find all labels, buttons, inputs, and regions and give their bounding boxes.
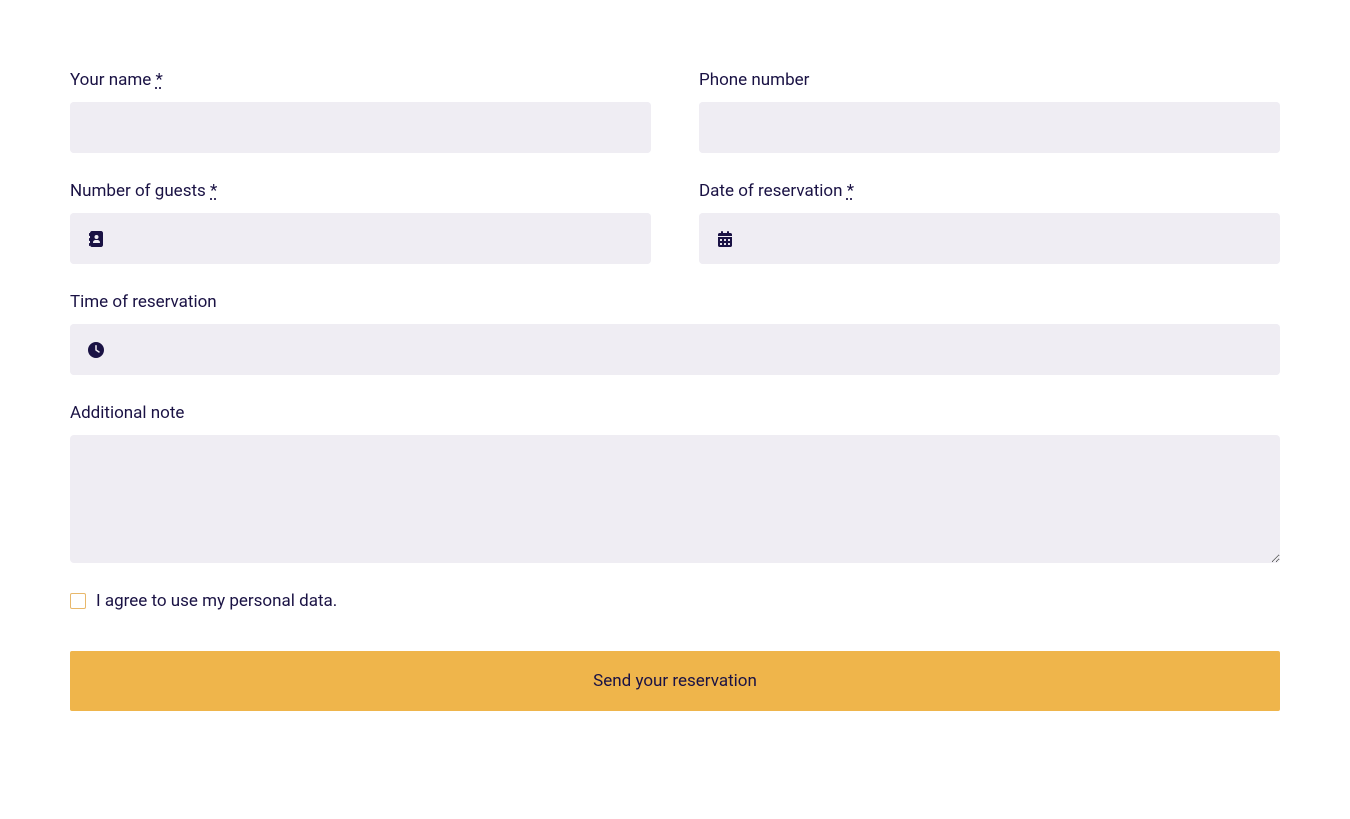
name-input[interactable] xyxy=(70,102,651,153)
calendar-icon xyxy=(717,231,733,247)
required-mark: * xyxy=(210,181,217,201)
time-group: Time of reservation xyxy=(70,292,1280,375)
guests-label-text: Number of guests xyxy=(70,181,210,201)
date-input[interactable] xyxy=(699,213,1280,264)
consent-checkbox[interactable] xyxy=(70,593,86,609)
consent-row: I agree to use my personal data. xyxy=(70,591,1280,611)
date-label-text: Date of reservation xyxy=(699,181,847,201)
required-mark: * xyxy=(156,70,163,90)
phone-label: Phone number xyxy=(699,70,1280,90)
name-input-wrap xyxy=(70,102,651,153)
note-group: Additional note xyxy=(70,403,1280,563)
consent-label: I agree to use my personal data. xyxy=(96,591,337,611)
guests-group: Number of guests * xyxy=(70,181,651,264)
clock-icon xyxy=(88,342,104,358)
date-label: Date of reservation * xyxy=(699,181,1280,201)
phone-input-wrap xyxy=(699,102,1280,153)
guests-label: Number of guests * xyxy=(70,181,651,201)
date-group: Date of reservation * xyxy=(699,181,1280,264)
name-label: Your name * xyxy=(70,70,651,90)
time-input-wrap xyxy=(70,324,1280,375)
required-mark: * xyxy=(847,181,854,201)
time-input[interactable] xyxy=(70,324,1280,375)
note-label: Additional note xyxy=(70,403,1280,423)
phone-group: Phone number xyxy=(699,70,1280,153)
reservation-form: Your name * Phone number Number of guest… xyxy=(70,70,1280,711)
time-label: Time of reservation xyxy=(70,292,1280,312)
guests-input[interactable] xyxy=(70,213,651,264)
phone-input[interactable] xyxy=(699,102,1280,153)
note-textarea[interactable] xyxy=(70,435,1280,563)
guests-input-wrap xyxy=(70,213,651,264)
address-book-icon xyxy=(88,231,104,247)
name-group: Your name * xyxy=(70,70,651,153)
submit-button[interactable]: Send your reservation xyxy=(70,651,1280,711)
date-input-wrap xyxy=(699,213,1280,264)
name-label-text: Your name xyxy=(70,70,156,90)
